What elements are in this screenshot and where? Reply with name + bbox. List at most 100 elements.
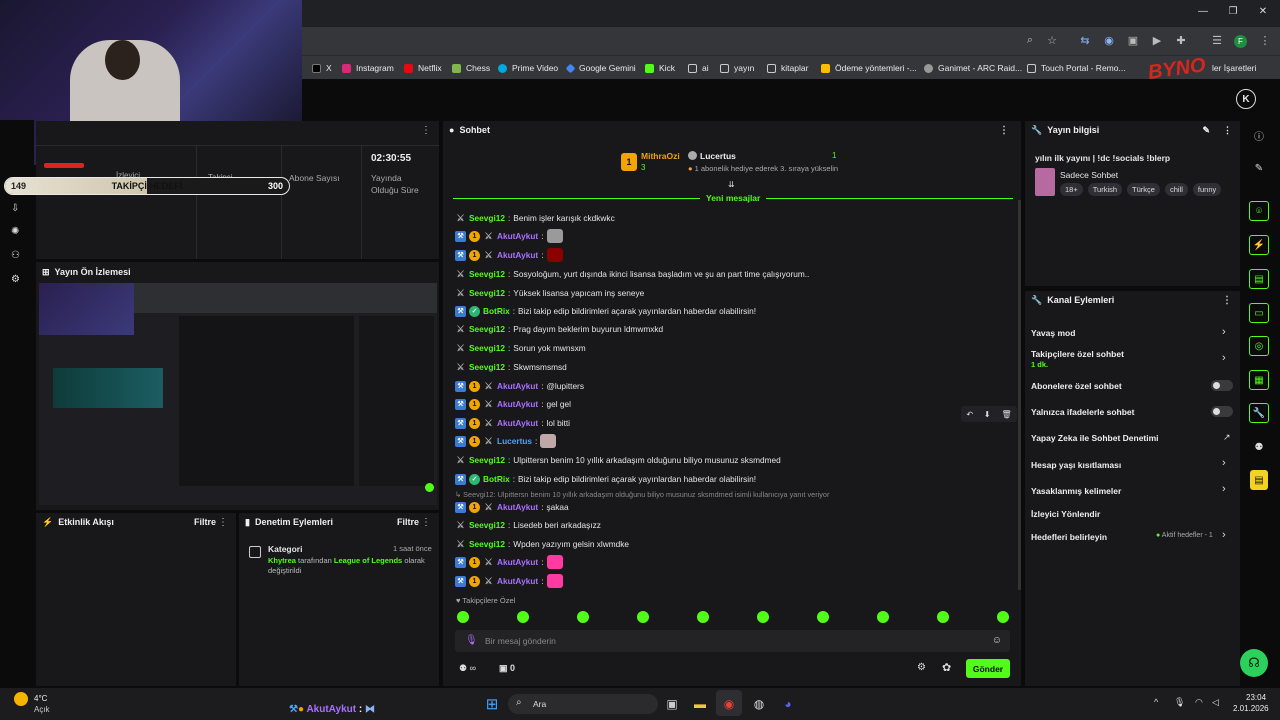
kick-logo-icon[interactable]: K bbox=[1236, 89, 1256, 109]
chat-emote[interactable] bbox=[540, 434, 557, 448]
sun-icon[interactable]: ✺ bbox=[11, 226, 19, 237]
chat-message[interactable]: ⚒ ✓ BotRix: Bizi takip edip bildirimleri aç… bbox=[455, 304, 756, 318]
chat-message[interactable]: ⚔ Seevgi12: Wpden yazıyım gelsin xlwmdke bbox=[455, 537, 629, 551]
chat-username[interactable]: Seevgi12 bbox=[469, 362, 505, 372]
chat-message[interactable]: ⚔ Seevgi12: Skwmsmsmsd bbox=[455, 360, 566, 374]
stream-info-menu-icon[interactable]: ⋮ bbox=[1223, 125, 1232, 136]
extension-icon[interactable]: ◉ bbox=[1102, 34, 1116, 47]
translate-icon[interactable]: ⇆ bbox=[1078, 34, 1092, 47]
subs-chat-toggle[interactable] bbox=[1211, 380, 1233, 391]
bookmark-touchportal[interactable]: Touch Portal - Remo... bbox=[1027, 56, 1126, 80]
chat-username[interactable]: Seevgi12 bbox=[469, 455, 505, 465]
external-link-icon[interactable]: ↗ bbox=[1223, 432, 1231, 443]
chevron-right-icon[interactable]: › bbox=[1222, 529, 1226, 541]
chat-username[interactable]: BotRix bbox=[483, 306, 510, 316]
delete-icon[interactable]: 🗑 bbox=[1001, 410, 1011, 419]
chat-menu-icon[interactable]: ⋮ bbox=[999, 125, 1009, 136]
collapse-icon[interactable]: ⇊ bbox=[728, 180, 735, 189]
support-icon[interactable]: ☊ bbox=[1240, 649, 1268, 677]
discord-icon[interactable]: ◕ bbox=[778, 694, 798, 714]
bookmark-payment[interactable]: Ödeme yöntemleri -... bbox=[821, 56, 917, 80]
chat-username[interactable]: Seevgi12 bbox=[469, 343, 505, 353]
users-icon[interactable]: ⚇ bbox=[11, 250, 20, 261]
star-icon[interactable]: ☆ bbox=[1045, 34, 1059, 47]
chat-message[interactable]: ⚔ Seevgi12: Yüksek lisansa yapıcam inş sen… bbox=[455, 286, 644, 300]
chat-username[interactable]: Seevgi12 bbox=[469, 213, 505, 223]
redirect-item[interactable]: İzleyici Yönlendir bbox=[1031, 509, 1100, 519]
moderation-filter-button[interactable]: Filtre bbox=[397, 517, 419, 527]
bookmark-ganimet[interactable]: Ganimet - ARC Raid... bbox=[924, 56, 1022, 80]
tray-chevron-icon[interactable]: ^ bbox=[1154, 697, 1158, 707]
chat-message[interactable]: ⚔ Seevgi12: Sosyoloğum, yurt dışında ikinc… bbox=[455, 267, 809, 281]
taskbar-search[interactable]: ⌕ Ara bbox=[508, 694, 658, 714]
edit-icon[interactable]: ✎ bbox=[1202, 125, 1210, 136]
chat-username[interactable]: Seevgi12 bbox=[469, 288, 505, 298]
goals-item[interactable]: Hedefleri belirleyin bbox=[1031, 532, 1107, 542]
chat-emote[interactable] bbox=[546, 248, 563, 262]
chat-input-box[interactable]: 🎙 Bir mesaj gönderin ☺ bbox=[455, 630, 1010, 652]
chat-message[interactable]: ⚒ 1 ⚔ AkutAykut: bbox=[455, 248, 563, 262]
emote-chat-toggle[interactable] bbox=[1211, 406, 1233, 417]
chat-username[interactable]: Seevgi12 bbox=[469, 324, 505, 334]
chat-username[interactable]: Seevgi12 bbox=[469, 539, 505, 549]
chat-scrollbar[interactable] bbox=[1018, 200, 1021, 590]
moderation-menu-icon[interactable]: ⋮ bbox=[421, 517, 431, 528]
layout-icon[interactable]: ▦ bbox=[1249, 370, 1269, 390]
quick-emote[interactable] bbox=[997, 611, 1009, 623]
bookmark-folder-kitaplar[interactable]: kitaplar bbox=[767, 56, 808, 80]
tag[interactable]: funny bbox=[1192, 183, 1222, 196]
media-icon[interactable]: ☰ bbox=[1210, 34, 1224, 47]
chat-users-icon[interactable]: ⚉ ∞ bbox=[459, 663, 476, 674]
quick-emote[interactable] bbox=[697, 611, 709, 623]
bookmark-folder-yayin[interactable]: yayın bbox=[720, 56, 754, 80]
reply-icon[interactable]: ↶ bbox=[966, 410, 973, 419]
quick-emote[interactable] bbox=[457, 611, 469, 623]
banned-words-item[interactable]: Yasaklanmış kelimeler bbox=[1031, 486, 1121, 496]
bookmark-netflix[interactable]: Netflix bbox=[404, 56, 442, 80]
gift-counter[interactable]: ▣ 0 bbox=[499, 663, 515, 674]
chevron-right-icon[interactable]: › bbox=[1222, 483, 1226, 495]
stream-preview[interactable] bbox=[39, 283, 437, 505]
pencil-icon[interactable]: ✎ bbox=[1248, 157, 1270, 179]
chat-message[interactable]: ⚒ 1 ⚔ AkutAykut: bbox=[455, 555, 563, 569]
slow-mode-item[interactable]: Yavaş mod bbox=[1031, 328, 1075, 338]
chat-settings-icon[interactable]: ⚙ bbox=[917, 662, 926, 673]
quick-emote[interactable] bbox=[937, 611, 949, 623]
chat-emote[interactable] bbox=[546, 574, 563, 588]
chat-emote[interactable] bbox=[546, 555, 563, 569]
chat-emote[interactable] bbox=[546, 229, 563, 243]
category-thumbnail[interactable] bbox=[1035, 168, 1055, 196]
mic-tray-icon[interactable]: 🎙 bbox=[1174, 697, 1185, 708]
windows-start-icon[interactable]: ⊞ bbox=[482, 694, 502, 714]
chat-username[interactable]: BotRix bbox=[483, 474, 510, 484]
minimize-icon[interactable]: — bbox=[1196, 6, 1210, 17]
bookmark-chess[interactable]: Chess bbox=[452, 56, 490, 80]
broadcast-icon[interactable]: ◎ bbox=[1249, 336, 1269, 356]
weather-icon[interactable] bbox=[14, 692, 28, 706]
chat-message[interactable]: ⚔ Seevgi12: Ulpittersn benim 10 yıllık ark… bbox=[455, 453, 780, 467]
volume-icon[interactable]: ◁ bbox=[1212, 697, 1219, 708]
info-icon[interactable]: ⓘ bbox=[1248, 124, 1270, 146]
quick-emote[interactable] bbox=[757, 611, 769, 623]
clock-date[interactable]: 2.01.2026 bbox=[1233, 704, 1269, 713]
bookmark-prime[interactable]: Prime Video bbox=[498, 56, 558, 80]
camera-icon[interactable]: ⌾ bbox=[1249, 201, 1269, 221]
mod-item-user[interactable]: Khytrea bbox=[268, 556, 296, 565]
chat-username[interactable]: AkutAykut bbox=[497, 576, 538, 586]
close-icon[interactable]: ✕ bbox=[1256, 6, 1270, 17]
explorer-icon[interactable]: ▬ bbox=[690, 694, 710, 714]
ai-moderation-item[interactable]: Yapay Zeka ile Sohbet Denetimi bbox=[1031, 433, 1159, 443]
stats-menu-icon[interactable]: ⋮ bbox=[421, 125, 431, 136]
chat-message[interactable]: ⚒ ✓ BotRix: Bizi takip edip bildirimleri aç… bbox=[455, 472, 756, 486]
channel-actions-menu-icon[interactable]: ⋮ bbox=[1222, 295, 1232, 306]
users-icon[interactable]: ⚉ bbox=[1248, 436, 1270, 458]
top-gifter-2[interactable]: Lucertus bbox=[700, 151, 736, 161]
quick-emote[interactable] bbox=[817, 611, 829, 623]
tag[interactable]: Turkish bbox=[1087, 183, 1123, 196]
mic-icon[interactable]: 🎙 bbox=[465, 635, 478, 646]
clipboard-icon[interactable]: ▤ bbox=[1249, 269, 1269, 289]
chat-message[interactable]: ⚒ 1 ⚔ AkutAykut: şakaa bbox=[455, 500, 569, 514]
mod-item-category[interactable]: League of Legends bbox=[334, 556, 402, 565]
tag[interactable]: 18+ bbox=[1060, 183, 1083, 196]
chat-username[interactable]: Seevgi12 bbox=[469, 520, 505, 530]
